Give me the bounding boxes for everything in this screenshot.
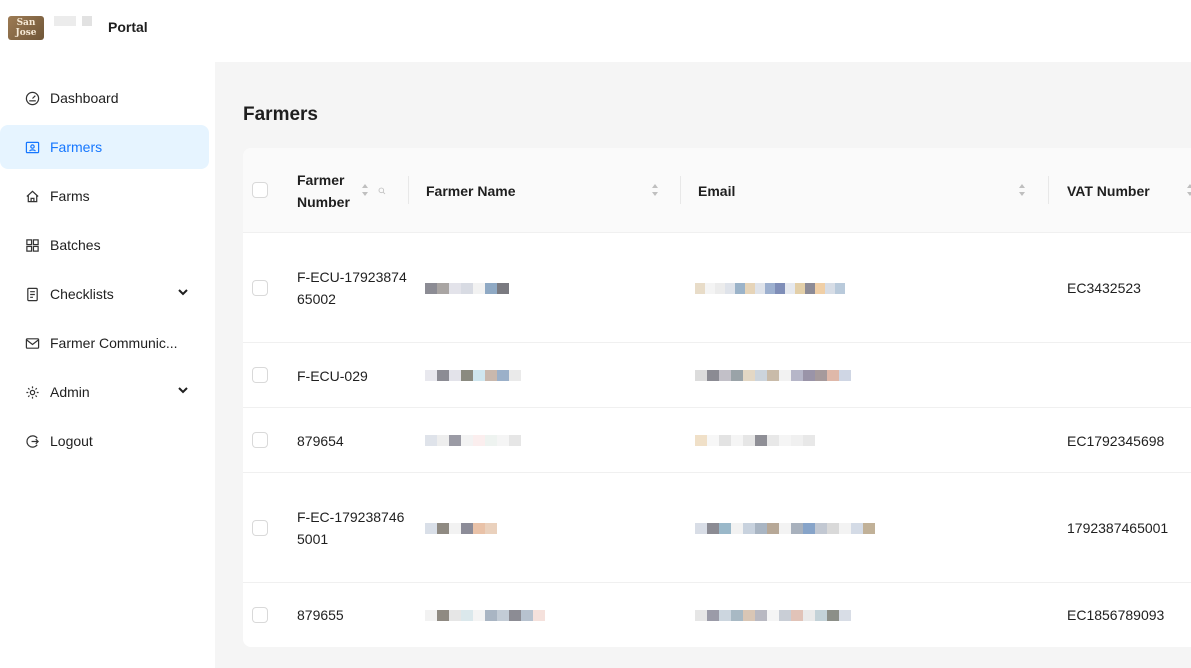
- redacted-email: [695, 283, 845, 294]
- farmer-number-cell: F-ECU-029: [297, 367, 368, 384]
- table-header: Farmer Number Farmer Name Email VAT Numb…: [243, 148, 1191, 233]
- redacted-email: [695, 435, 815, 446]
- redacted-farmer-name: [425, 283, 509, 294]
- logo-redacted: [54, 16, 76, 26]
- main-content: Farmers Farmer Number Farmer Name Email …: [215, 62, 1191, 668]
- batches-icon: [24, 237, 40, 253]
- sidebar-item-checklists[interactable]: Checklists: [0, 272, 209, 316]
- vat-number-cell: [1067, 343, 1191, 408]
- sidebar-item-logout[interactable]: Logout: [0, 419, 209, 463]
- column-header-label: Email: [698, 182, 736, 199]
- farmer-number-cell: F-EC-1792387465001: [297, 509, 405, 547]
- sidebar-item-label: Farmers: [50, 139, 103, 155]
- redacted-email: [695, 610, 851, 621]
- sidebar-item-label: Farmer Communic...: [50, 335, 178, 351]
- column-header-label: VAT Number: [1067, 182, 1150, 199]
- table-row[interactable]: F-ECU-1792387465002 EC3432523: [243, 233, 1191, 343]
- row-checkbox[interactable]: [252, 607, 268, 623]
- sidebar-item-farmer-communications[interactable]: Farmer Communic...: [0, 321, 209, 365]
- table-row[interactable]: 879655 EC1856789093: [243, 583, 1191, 647]
- farmer-number-cell: 879655: [297, 607, 344, 623]
- sidebar-item-label: Logout: [50, 433, 93, 449]
- search-icon[interactable]: [378, 183, 390, 199]
- column-header-email[interactable]: Email: [698, 148, 735, 233]
- column-header-label: Farmer Number: [297, 171, 350, 210]
- sidebar-item-label: Dashboard: [50, 90, 119, 106]
- table-row[interactable]: 879654 EC1792345698: [243, 408, 1191, 473]
- row-checkbox[interactable]: [252, 520, 268, 536]
- settings-icon: [24, 384, 40, 400]
- column-header-farmer-name[interactable]: Farmer Name: [426, 148, 516, 233]
- row-checkbox[interactable]: [252, 367, 268, 383]
- sidebar-item-label: Batches: [50, 237, 101, 253]
- sidebar-item-dashboard[interactable]: Dashboard: [0, 76, 209, 120]
- column-header-vat-number[interactable]: VAT Number: [1067, 148, 1150, 233]
- logout-icon: [24, 433, 40, 449]
- brand-logo[interactable]: San Jose: [8, 16, 44, 40]
- sort-icon[interactable]: [1018, 182, 1026, 198]
- column-separator: [408, 176, 409, 204]
- sidebar-item-batches[interactable]: Batches: [0, 223, 209, 267]
- redacted-email: [695, 523, 875, 534]
- vat-number-cell: 1792387465001: [1067, 520, 1169, 536]
- table-row[interactable]: F-ECU-029: [243, 343, 1191, 408]
- sidebar-item-farms[interactable]: Farms: [0, 174, 209, 218]
- table-row[interactable]: F-EC-1792387465001 1792387465001: [243, 473, 1191, 583]
- column-header-farmer-number[interactable]: Farmer Number: [297, 148, 359, 233]
- redacted-email: [695, 370, 851, 381]
- column-separator: [1048, 176, 1049, 204]
- row-checkbox[interactable]: [252, 280, 268, 296]
- dashboard-icon: [24, 90, 40, 106]
- vat-number-cell: EC1792345698: [1067, 432, 1165, 449]
- checklist-icon: [24, 286, 40, 302]
- logo-redacted: [82, 16, 92, 26]
- column-separator: [680, 176, 681, 204]
- sort-icon[interactable]: [1186, 182, 1191, 198]
- farmer-number-cell: F-ECU-1792387465002: [297, 269, 407, 307]
- sidebar-item-label: Farms: [50, 188, 90, 204]
- redacted-farmer-name: [425, 370, 521, 381]
- page-title: Farmers: [243, 104, 318, 125]
- redacted-farmer-name: [425, 610, 545, 621]
- farmers-table: Farmer Number Farmer Name Email VAT Numb…: [243, 148, 1191, 647]
- chevron-down-icon: [178, 387, 188, 394]
- sidebar-item-label: Admin: [50, 384, 90, 400]
- sort-icon[interactable]: [651, 182, 659, 198]
- redacted-farmer-name: [425, 523, 497, 534]
- sidebar-item-farmers[interactable]: Farmers: [0, 125, 209, 169]
- redacted-farmer-name: [425, 435, 521, 446]
- vat-number-cell: EC1856789093: [1067, 607, 1165, 623]
- sidebar: Dashboard Farmers Farms Batches Checklis…: [0, 62, 215, 668]
- home-icon: [24, 188, 40, 204]
- app-header: San Jose Portal: [0, 0, 1191, 62]
- farmers-icon: [24, 139, 40, 155]
- row-checkbox[interactable]: [252, 432, 268, 448]
- sidebar-item-label: Checklists: [50, 286, 114, 302]
- portal-title: Portal: [108, 19, 148, 35]
- select-all-checkbox[interactable]: [252, 182, 268, 198]
- chevron-down-icon: [178, 289, 188, 296]
- sort-icon[interactable]: [361, 182, 369, 198]
- vat-number-cell: EC3432523: [1067, 280, 1141, 296]
- sidebar-item-admin[interactable]: Admin: [0, 370, 209, 414]
- farmer-number-cell: 879654: [297, 432, 344, 449]
- mail-icon: [24, 335, 40, 351]
- column-header-label: Farmer Name: [426, 182, 516, 199]
